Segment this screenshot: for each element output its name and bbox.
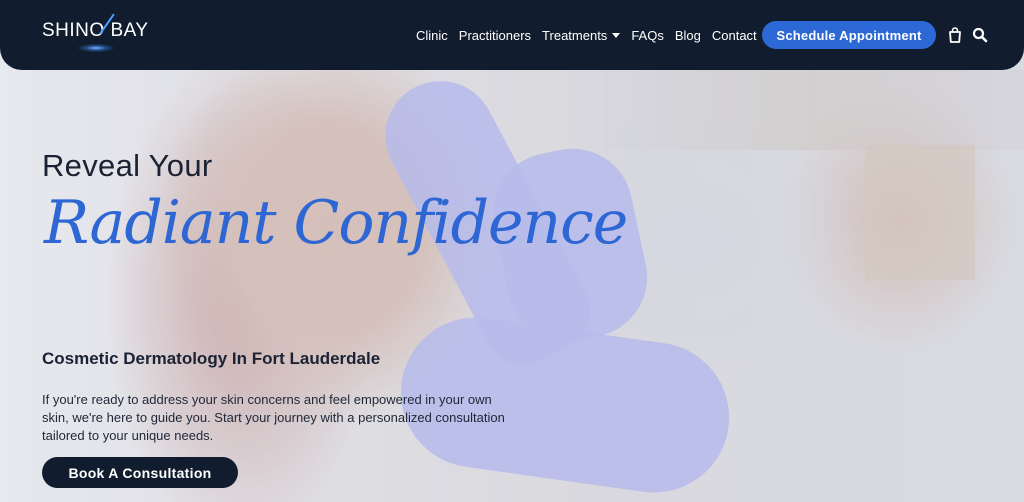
nav-item-label: Blog	[674, 27, 701, 43]
logo-glow	[78, 44, 114, 52]
nav-item-label: Treatments	[542, 27, 608, 43]
schedule-appointment-button[interactable]: Schedule Appointment	[762, 21, 936, 49]
search-icon[interactable]	[972, 26, 988, 44]
nav-item-label: Practitioners	[458, 27, 532, 43]
nav-item-blog[interactable]: Blog	[675, 28, 701, 43]
nav-item-label: FAQs	[631, 27, 664, 43]
hero-subheading: Cosmetic Dermatology In Fort Lauderdale	[42, 349, 381, 368]
nav-item-label: Clinic	[416, 27, 448, 43]
nav-item-contact[interactable]: Contact	[712, 28, 757, 43]
hero-body-text: If you're ready to address your skin con…	[42, 392, 505, 443]
shopping-bag-icon[interactable]	[947, 26, 963, 44]
nav-item-label: Contact	[711, 27, 757, 43]
hero-heading: Reveal Your	[42, 148, 213, 183]
book-consultation-button[interactable]: Book A Consultation	[42, 457, 238, 488]
nav-item-clinic[interactable]: Clinic	[416, 28, 448, 43]
nav-item-treatments[interactable]: Treatments	[542, 27, 621, 43]
caret-down-icon	[612, 32, 621, 38]
site-header: SHINO BAY Clinic Practitioners Treatment…	[0, 0, 1024, 70]
site-logo[interactable]: SHINO BAY	[42, 13, 152, 60]
nav-item-practitioners[interactable]: Practitioners	[459, 28, 531, 43]
logo-text: SHINO BAY	[42, 20, 149, 41]
main-nav: Clinic Practitioners Treatments FAQs Blo…	[416, 0, 768, 70]
hero-script-heading: Radiant Confidence	[44, 188, 628, 258]
nav-item-faqs[interactable]: FAQs	[631, 28, 664, 43]
